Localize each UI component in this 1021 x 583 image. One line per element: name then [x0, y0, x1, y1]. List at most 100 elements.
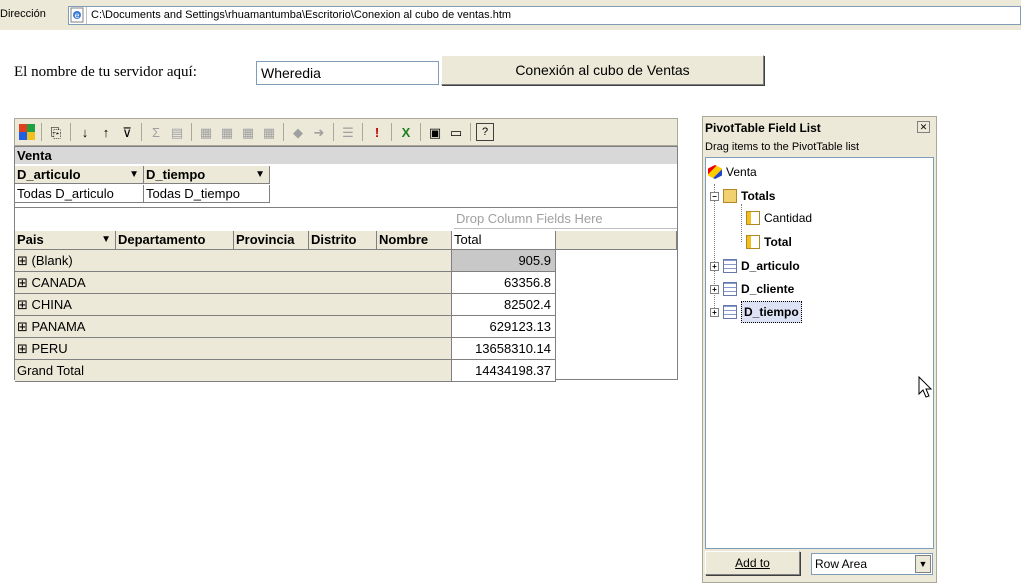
row-field-distrito[interactable]: Distrito: [309, 231, 377, 250]
table-row-label[interactable]: ⊞ CANADA: [15, 272, 452, 294]
field-list-icon[interactable]: ▣: [426, 123, 444, 141]
table-cell-value[interactable]: 629123.13: [452, 316, 556, 338]
tree-node-label: D_cliente: [741, 282, 795, 296]
sort-descending-icon[interactable]: ↑: [97, 123, 115, 141]
row-field-nombre[interactable]: Nombre: [377, 231, 452, 250]
sort-ascending-icon[interactable]: ↓: [76, 123, 94, 141]
row-field-departamento[interactable]: Departamento: [116, 231, 234, 250]
server-input[interactable]: [256, 61, 439, 85]
filter-field-label: D_tiempo: [146, 167, 206, 182]
expand-icon[interactable]: +: [710, 307, 719, 317]
collapse-icon[interactable]: ◆: [289, 123, 307, 141]
refresh-icon[interactable]: !: [368, 123, 386, 141]
tree-node-cantidad[interactable]: Cantidad: [746, 208, 812, 228]
table-row-label[interactable]: ⊞ PANAMA: [15, 316, 452, 338]
autofilter-icon[interactable]: ⊽: [118, 123, 136, 141]
connect-button[interactable]: Conexión al cubo de Ventas: [441, 55, 764, 85]
copy-icon[interactable]: ⎘: [47, 123, 65, 141]
area-select-value: Row Area: [815, 557, 868, 571]
tree-node-label: D_articulo: [741, 259, 800, 273]
properties-icon[interactable]: ▭: [447, 123, 465, 141]
help-icon[interactable]: ?: [476, 123, 494, 141]
expand-icon[interactable]: ➜: [310, 123, 328, 141]
ie-page-icon: e: [69, 7, 87, 24]
move-to-detail-icon[interactable]: ▦: [260, 123, 278, 141]
office-logo-icon[interactable]: [18, 123, 36, 141]
area-select[interactable]: Row Area ▼: [811, 553, 933, 575]
server-label: El nombre de tu servidor aquí:: [14, 64, 197, 80]
toolbar-separator: [333, 123, 334, 141]
table-cell-value[interactable]: 63356.8: [452, 272, 556, 294]
filter-value: Todas D_articulo: [15, 185, 144, 203]
dropdown-arrow-icon[interactable]: ▼: [255, 166, 265, 183]
chevron-down-icon[interactable]: ▼: [915, 555, 931, 573]
expand-icon[interactable]: +: [710, 261, 719, 271]
column-drop-zone[interactable]: Drop Column Fields Here: [454, 209, 677, 229]
export-excel-icon[interactable]: X: [397, 123, 415, 141]
row-field-provincia[interactable]: Provincia: [234, 231, 309, 250]
toolbar-separator: [283, 123, 284, 141]
header-filler: [556, 231, 677, 250]
move-to-row-icon[interactable]: ▦: [197, 123, 215, 141]
dropdown-arrow-icon[interactable]: ▼: [129, 166, 139, 183]
filter-field-label: D_articulo: [17, 167, 81, 182]
svg-text:e: e: [75, 11, 80, 20]
add-to-label: Add to: [735, 556, 770, 570]
tree-node-d-cliente[interactable]: + D_cliente: [710, 279, 794, 299]
address-url: C:\Documents and Settings\rhuamantumba\E…: [91, 9, 512, 21]
subtotal-icon[interactable]: ▤: [168, 123, 186, 141]
tree-node-totals[interactable]: − Totals: [710, 186, 775, 206]
dimension-icon: [723, 259, 737, 273]
address-label: Dirección: [0, 8, 46, 20]
toolbar-separator: [191, 123, 192, 141]
dimension-icon: [723, 282, 737, 296]
tree-node-label: Cantidad: [764, 211, 813, 225]
collapse-icon[interactable]: −: [710, 191, 719, 201]
table-cell-value[interactable]: 905.9: [452, 250, 556, 272]
pivot-field-list: PivotTable Field List ✕ Drag items to th…: [702, 116, 937, 583]
toolbar-separator: [70, 123, 71, 141]
toolbar-separator: [391, 123, 392, 141]
expand-icon[interactable]: +: [710, 284, 719, 294]
table-cell-value[interactable]: 82502.4: [452, 294, 556, 316]
grand-total-label[interactable]: Grand Total: [15, 360, 452, 382]
filter-field-d-tiempo[interactable]: D_tiempo ▼: [144, 166, 270, 184]
autosum-icon[interactable]: Σ: [147, 123, 165, 141]
row-field-label: Pais: [17, 232, 44, 247]
grand-total-value[interactable]: 14434198.37: [452, 360, 556, 382]
dimension-icon: [723, 305, 737, 319]
tree-node-label: Venta: [726, 165, 757, 179]
toolbar-separator: [141, 123, 142, 141]
field-list-title: PivotTable Field List: [705, 121, 821, 135]
table-row-label[interactable]: ⊞ (Blank): [15, 250, 452, 272]
divider: [15, 207, 677, 208]
move-to-column-icon[interactable]: ▦: [218, 123, 236, 141]
tree-node-label: Total: [764, 235, 792, 249]
table-cell-value[interactable]: 13658310.14: [452, 338, 556, 360]
add-to-button[interactable]: Add to: [705, 551, 800, 575]
tree-line: [741, 204, 742, 242]
row-field-pais[interactable]: Pais ▼: [15, 231, 116, 250]
tree-node-d-tiempo[interactable]: + D_tiempo: [710, 301, 802, 323]
tree-node-total[interactable]: Total: [746, 232, 792, 252]
tree-node-venta[interactable]: Venta: [708, 162, 757, 182]
move-to-filter-icon[interactable]: ▦: [239, 123, 257, 141]
folder-icon: [723, 189, 737, 203]
pivot-toolbar: ⎘ ↓ ↑ ⊽ Σ ▤ ▦ ▦ ▦ ▦ ◆ ➜ ☰ ! X ▣ ▭ ?: [14, 118, 678, 146]
table-row-label[interactable]: ⊞ CHINA: [15, 294, 452, 316]
hide-details-icon[interactable]: ☰: [339, 123, 357, 141]
pivot-title: Venta: [15, 147, 677, 165]
address-field[interactable]: e C:\Documents and Settings\rhuamantumba…: [68, 6, 1021, 25]
filter-value: Todas D_tiempo: [144, 185, 270, 203]
close-icon[interactable]: ✕: [917, 121, 930, 133]
filter-field-d-articulo[interactable]: D_articulo ▼: [15, 166, 144, 184]
total-header[interactable]: Total: [452, 231, 556, 250]
measure-icon: [746, 211, 760, 225]
tree-node-d-articulo[interactable]: + D_articulo: [710, 256, 800, 276]
tree-node-label: Totals: [741, 189, 776, 203]
toolbar-separator: [41, 123, 42, 141]
table-row-label[interactable]: ⊞ PERU: [15, 338, 452, 360]
pivot-table: Venta D_articulo ▼ D_tiempo ▼ Todas D_ar…: [14, 146, 678, 382]
dropdown-arrow-icon[interactable]: ▼: [101, 231, 111, 248]
cube-icon: [708, 165, 722, 179]
